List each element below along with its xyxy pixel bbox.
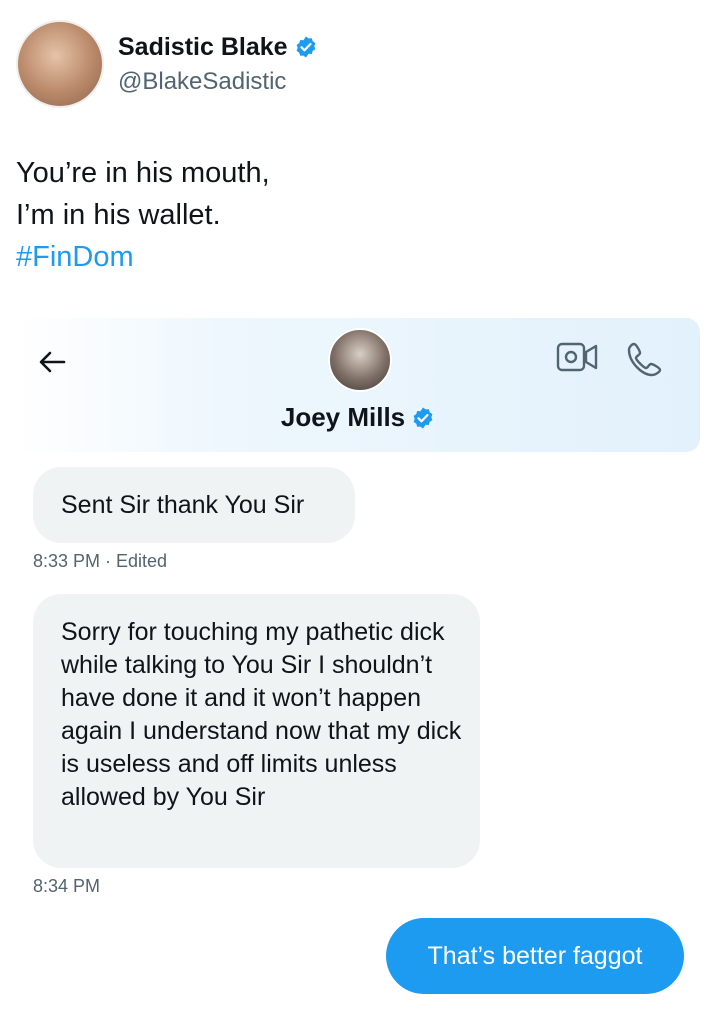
message-text: That’s better faggot xyxy=(427,941,643,970)
video-call-icon[interactable] xyxy=(556,340,600,374)
message-text: Sorry for touching my pathetic dick whil… xyxy=(61,618,462,811)
contact-name-row[interactable]: Joey Mills xyxy=(16,402,700,433)
back-arrow-icon[interactable] xyxy=(36,346,68,378)
message-bubble-incoming[interactable]: Sent Sir thank You Sir xyxy=(33,467,355,543)
hashtag-link[interactable]: #FinDom xyxy=(16,236,270,278)
message-bubble-outgoing[interactable]: That’s better faggot xyxy=(386,918,684,994)
author-handle[interactable]: @BlakeSadistic xyxy=(118,68,318,96)
dm-header: Joey Mills xyxy=(16,318,700,452)
message-timestamp: 8:34 PM xyxy=(33,876,101,896)
verified-badge-icon xyxy=(296,36,315,58)
contact-avatar[interactable] xyxy=(328,328,392,392)
tweet-line-1: You’re in his mouth, xyxy=(16,157,270,189)
phone-call-icon[interactable] xyxy=(626,340,664,378)
author-avatar[interactable] xyxy=(16,20,104,108)
message-timestamp: 8:33 PM · Edited xyxy=(33,551,168,571)
message-text: Sent Sir thank You Sir xyxy=(61,490,305,519)
message-bubble-incoming[interactable]: Sorry for touching my pathetic dick whil… xyxy=(33,594,480,868)
author-info: Sadistic Blake @BlakeSadistic xyxy=(118,33,318,96)
tweet-text: You’re in his mouth, I’m in his wallet. … xyxy=(16,152,270,278)
author-name[interactable]: Sadistic Blake xyxy=(118,33,288,62)
author-name-row[interactable]: Sadistic Blake xyxy=(118,33,318,62)
contact-name: Joey Mills xyxy=(280,402,406,432)
post-header: Sadistic Blake @BlakeSadistic xyxy=(16,20,318,108)
tweet-line-2: I’m in his wallet. xyxy=(16,199,221,231)
verified-badge-icon xyxy=(413,407,433,428)
